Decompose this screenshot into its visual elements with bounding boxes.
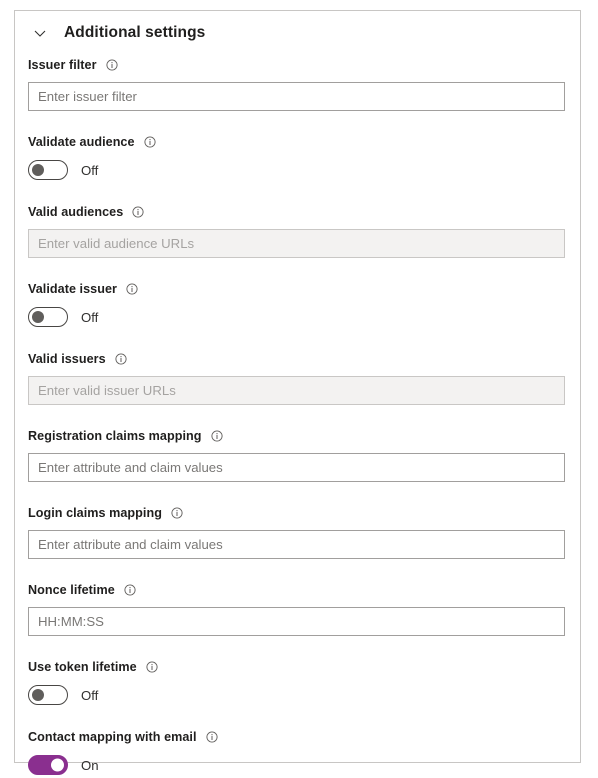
field-label-nonce-lifetime: Nonce lifetime [28,583,115,597]
issuer-filter-input[interactable] [28,82,565,111]
toggle-knob [32,164,44,176]
label-row-validate-audience: Validate audience [28,132,563,152]
field-registration-claims-mapping: Registration claims mapping [28,426,565,482]
use-token-lifetime-state: Off [81,687,99,703]
contact-mapping-with-email-toggle[interactable] [28,755,68,775]
field-issuer-filter: Issuer filter [28,55,565,111]
field-valid-issuers: Valid issuers [28,349,565,405]
info-icon[interactable] [132,206,144,218]
toggle-row-validate-audience: Off [28,159,563,181]
field-label-contact-mapping-with-email: Contact mapping with email [28,730,197,744]
field-label-valid-audiences: Valid audiences [28,205,124,219]
panel-body: Issuer filter Validate audience [15,55,580,776]
field-nonce-lifetime: Nonce lifetime [28,580,565,636]
info-icon[interactable] [143,136,156,148]
registration-claims-mapping-input[interactable] [28,453,565,482]
valid-audiences-input [28,229,565,258]
additional-settings-panel: Additional settings Issuer filter Val [14,10,581,775]
label-row-registration-claims-mapping: Registration claims mapping [28,426,563,446]
info-icon[interactable] [105,59,118,71]
use-token-lifetime-toggle[interactable] [28,685,68,705]
toggle-row-validate-issuer: Off [28,306,563,328]
valid-issuers-input [28,376,565,405]
info-icon[interactable] [124,584,136,596]
label-row-valid-issuers: Valid issuers [28,349,563,369]
info-icon[interactable] [205,731,218,743]
field-label-validate-issuer: Validate issuer [28,282,117,296]
label-row-nonce-lifetime: Nonce lifetime [28,580,563,600]
page-title: Additional settings [64,24,206,41]
validate-audience-state: Off [81,162,99,178]
field-valid-audiences: Valid audiences [28,202,565,258]
info-icon[interactable] [115,353,127,365]
field-label-issuer-filter: Issuer filter [28,58,97,72]
info-icon[interactable] [171,507,183,519]
validate-issuer-state: Off [81,309,99,325]
label-row-issuer-filter: Issuer filter [28,55,563,75]
toggle-knob [51,758,64,772]
login-claims-mapping-input[interactable] [28,530,565,559]
panel-header: Additional settings [15,11,580,55]
toggle-row-use-token-lifetime: Off [28,684,563,706]
validate-issuer-toggle[interactable] [28,307,68,327]
label-row-valid-audiences: Valid audiences [28,202,563,222]
validate-audience-toggle[interactable] [28,160,68,180]
label-row-login-claims-mapping: Login claims mapping [28,503,563,523]
field-label-use-token-lifetime: Use token lifetime [28,660,137,674]
field-label-validate-audience: Validate audience [28,135,135,149]
info-icon[interactable] [210,430,223,442]
label-row-contact-mapping-with-email: Contact mapping with email [28,727,563,747]
field-label-valid-issuers: Valid issuers [28,352,106,366]
field-contact-mapping-with-email: Contact mapping with email On [28,727,563,776]
field-login-claims-mapping: Login claims mapping [28,503,565,559]
label-row-use-token-lifetime: Use token lifetime [28,657,563,677]
contact-mapping-with-email-state: On [81,757,99,773]
label-row-validate-issuer: Validate issuer [28,279,563,299]
field-label-login-claims-mapping: Login claims mapping [28,506,162,520]
chevron-down-icon[interactable] [29,22,51,44]
toggle-knob [32,689,44,701]
field-validate-issuer: Validate issuer Off [28,279,563,328]
field-validate-audience: Validate audience Off [28,132,563,181]
toggle-knob [32,311,44,323]
nonce-lifetime-input[interactable] [28,607,565,636]
info-icon[interactable] [146,661,158,673]
field-label-registration-claims-mapping: Registration claims mapping [28,429,202,443]
field-use-token-lifetime: Use token lifetime Off [28,657,563,706]
info-icon[interactable] [126,283,138,295]
toggle-row-contact-mapping-with-email: On [28,754,563,776]
